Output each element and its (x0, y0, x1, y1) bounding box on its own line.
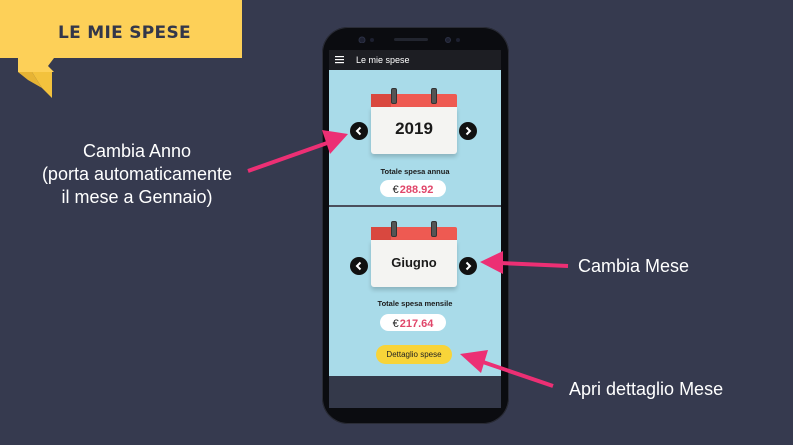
annotation-arrows (247, 130, 569, 388)
arrow-change-year (247, 130, 348, 173)
arrow-open-detail (460, 350, 554, 388)
arrow-change-month (480, 251, 569, 274)
